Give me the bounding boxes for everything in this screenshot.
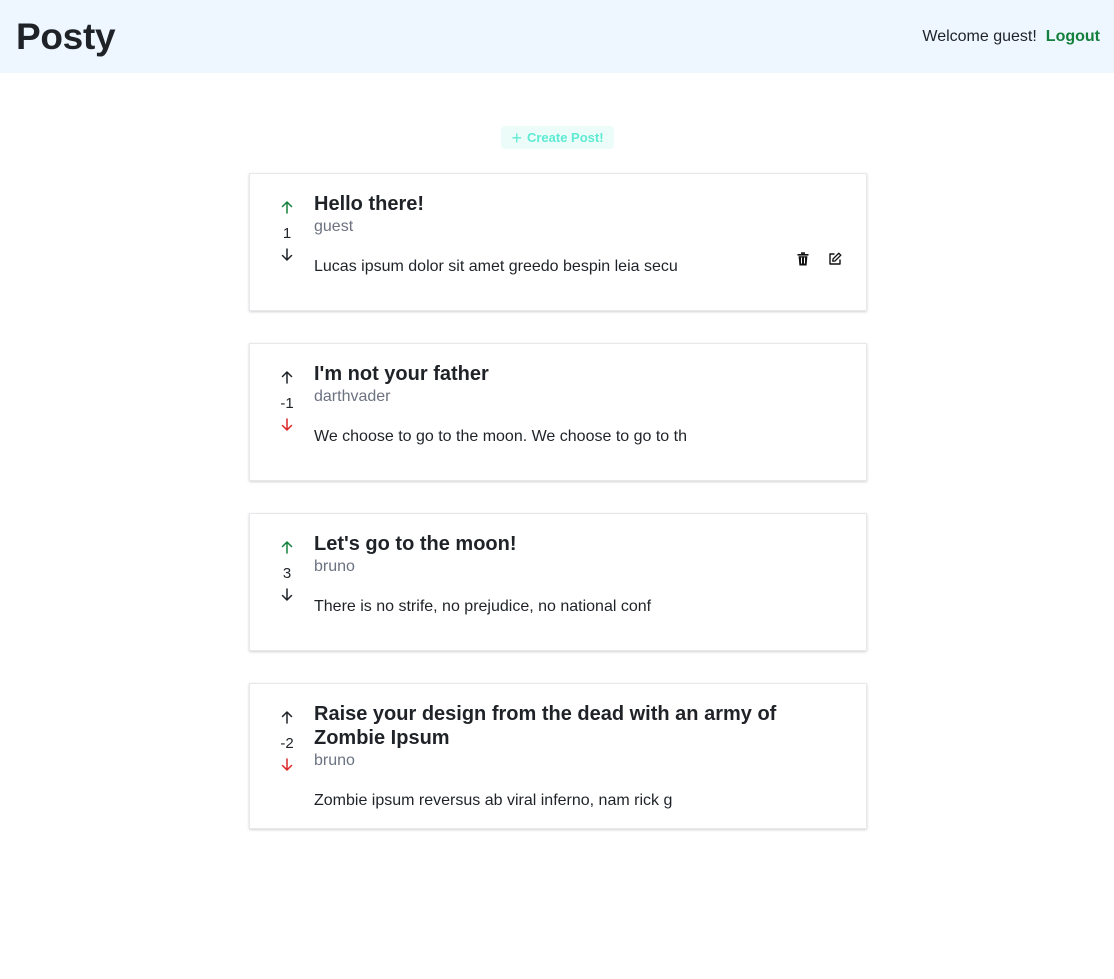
post-card: -1 I'm not your father darthvader We cho… bbox=[249, 343, 867, 481]
vote-score: 3 bbox=[282, 565, 292, 582]
upvote-arrow-icon[interactable] bbox=[272, 200, 302, 220]
post-actions bbox=[780, 250, 844, 268]
post-body: We choose to go to the moon. We choose t… bbox=[314, 428, 687, 445]
welcome-text: Welcome guest! bbox=[922, 28, 1037, 45]
downvote-arrow-icon[interactable] bbox=[272, 418, 302, 438]
post-body: Zombie ipsum reversus ab viral inferno, … bbox=[314, 792, 673, 809]
vote-score: -1 bbox=[280, 395, 294, 412]
post-card: -2 Raise your design from the dead with … bbox=[249, 683, 867, 829]
vote-score: -2 bbox=[280, 735, 294, 752]
brand-logo[interactable]: Posty bbox=[16, 13, 116, 61]
upvote-arrow-icon[interactable] bbox=[272, 370, 302, 390]
post-title[interactable]: Hello there! bbox=[314, 192, 852, 216]
create-post-button[interactable]: + Create Post! bbox=[501, 126, 614, 149]
post-title[interactable]: I'm not your father bbox=[314, 362, 852, 386]
logout-link[interactable]: Logout bbox=[1046, 27, 1100, 47]
create-post-label: Create Post! bbox=[526, 130, 604, 145]
downvote-arrow-icon[interactable] bbox=[272, 758, 302, 778]
post-author: darthvader bbox=[314, 388, 391, 405]
downvote-arrow-icon[interactable] bbox=[272, 588, 302, 608]
plus-icon: + bbox=[511, 127, 522, 148]
downvote-arrow-icon[interactable] bbox=[272, 248, 302, 268]
upvote-arrow-icon[interactable] bbox=[272, 540, 302, 560]
post-title[interactable]: Raise your design from the dead with an … bbox=[314, 702, 852, 750]
post-body: There is no strife, no prejudice, no nat… bbox=[314, 598, 652, 615]
post-author: guest bbox=[314, 218, 354, 235]
vote-control: -2 bbox=[272, 710, 302, 778]
vote-control: -1 bbox=[272, 370, 302, 438]
vote-control: 1 bbox=[272, 200, 302, 268]
trash-icon[interactable] bbox=[794, 250, 812, 268]
post-author: bruno bbox=[314, 752, 355, 769]
post-body: Lucas ipsum dolor sit amet greedo bespin… bbox=[314, 258, 678, 275]
upvote-arrow-icon[interactable] bbox=[272, 710, 302, 730]
post-card: 1 Hello there! guest Lucas ipsum dolor s… bbox=[249, 173, 867, 311]
edit-icon[interactable] bbox=[826, 250, 844, 268]
post-card: 3 Let's go to the moon! bruno There is n… bbox=[249, 513, 867, 651]
vote-score: 1 bbox=[282, 225, 292, 242]
user-menu: Welcome guest! Logout bbox=[922, 27, 1100, 47]
app-header: Posty Welcome guest! Logout bbox=[0, 0, 1114, 73]
post-title[interactable]: Let's go to the moon! bbox=[314, 532, 852, 556]
vote-control: 3 bbox=[272, 540, 302, 608]
post-author: bruno bbox=[314, 558, 355, 575]
